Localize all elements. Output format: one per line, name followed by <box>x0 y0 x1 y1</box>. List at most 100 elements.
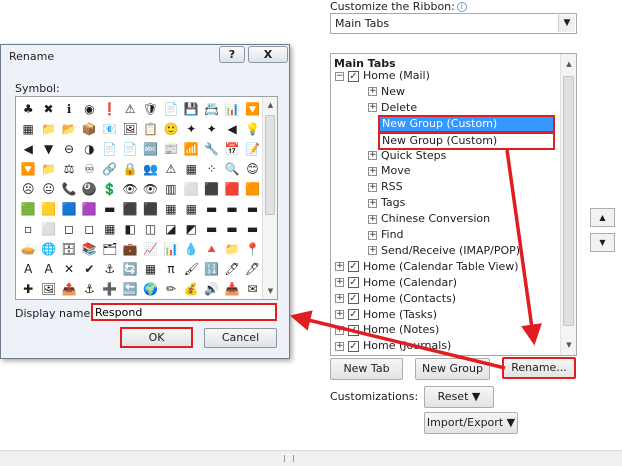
symbol-cell[interactable]: 📶 <box>181 139 201 159</box>
reset-button[interactable]: Reset ▼ <box>424 386 494 408</box>
cancel-button[interactable]: Cancel <box>204 328 277 348</box>
symbol-cell[interactable]: 🔧 <box>202 139 222 159</box>
expand-icon[interactable]: + <box>368 87 377 97</box>
symbol-cell[interactable]: 🟦 <box>59 199 79 219</box>
new-tab-button[interactable]: New Tab <box>330 358 403 380</box>
checkbox[interactable]: ✓ <box>348 340 359 352</box>
symbol-cell[interactable]: ❗ <box>100 99 120 119</box>
expand-icon[interactable]: + <box>368 214 377 224</box>
symbol-cell[interactable]: 🔙 <box>120 279 140 299</box>
symbol-cell[interactable]: ◪ <box>161 219 181 239</box>
symbol-cell[interactable]: 🛡 <box>140 99 160 119</box>
symbol-cell[interactable]: ▬ <box>202 199 222 219</box>
symbol-cell[interactable]: 📊 <box>222 99 242 119</box>
symbol-cell[interactable]: 🖼 <box>120 119 140 139</box>
symbol-cell[interactable]: ▫ <box>18 219 38 239</box>
symbol-cell[interactable]: ✦ <box>181 119 201 139</box>
symbol-cell[interactable]: 📅 <box>222 139 242 159</box>
chevron-down-icon[interactable]: ▼ <box>558 15 575 32</box>
collapse-icon[interactable]: − <box>335 71 344 81</box>
symbol-cell[interactable]: 🔽 <box>242 99 262 119</box>
symbol-cell[interactable]: ◻ <box>79 219 99 239</box>
symbol-cell[interactable]: ⬛ <box>202 179 222 199</box>
symbol-cell[interactable]: ◑ <box>79 139 99 159</box>
display-name-input[interactable] <box>91 303 277 321</box>
symbol-cell[interactable]: ▬ <box>202 219 222 239</box>
symbol-cell[interactable]: ⚠ <box>120 99 140 119</box>
tree-item[interactable]: − ✓ Home (Mail) <box>335 68 430 84</box>
rename-button[interactable]: Rename... <box>502 357 576 379</box>
symbol-cell[interactable]: 📚 <box>79 239 99 259</box>
symbol-cell[interactable]: 🖊 <box>222 259 242 279</box>
symbol-cell[interactable]: 👁 <box>140 179 160 199</box>
symbol-cell[interactable]: 💲 <box>100 179 120 199</box>
symbol-cell[interactable]: ℹ <box>59 99 79 119</box>
symbol-cell[interactable]: 📄 <box>100 139 120 159</box>
expand-icon[interactable]: + <box>335 262 344 272</box>
symbol-cell[interactable]: 📄 <box>120 139 140 159</box>
symbol-cell[interactable]: 🖌 <box>181 259 201 279</box>
tree-item[interactable]: + New <box>368 84 405 100</box>
expand-icon[interactable]: + <box>335 325 344 335</box>
symbol-cell[interactable]: 👥 <box>140 159 160 179</box>
symbol-cell[interactable]: ▦ <box>18 119 38 139</box>
symbol-cell[interactable]: ▬ <box>222 199 242 219</box>
move-down-button[interactable]: ▼ <box>590 233 615 252</box>
symbol-cell[interactable]: 🔒 <box>120 159 140 179</box>
ok-button[interactable]: OK <box>120 327 193 348</box>
tree-item[interactable]: + Tags <box>368 195 405 211</box>
symbol-cell[interactable]: ◻ <box>59 219 79 239</box>
symbol-cell[interactable]: ➕ <box>100 279 120 299</box>
tree-item[interactable]: + Send/Receive (IMAP/POP) <box>368 243 520 259</box>
symbol-cell[interactable]: A <box>18 259 38 279</box>
tree-item[interactable]: + ✓ Home (Calendar) <box>335 275 457 291</box>
symbol-cell[interactable]: 📤 <box>59 279 79 299</box>
symbol-cell[interactable]: 🔺 <box>202 239 222 259</box>
symbol-cell[interactable]: 💧 <box>181 239 201 259</box>
symbol-cell[interactable]: 💼 <box>120 239 140 259</box>
symbol-cell[interactable]: 🗄 <box>59 239 79 259</box>
tree-item-new-group[interactable]: New Group (Custom) <box>378 132 555 150</box>
symbol-cell[interactable]: ☹ <box>18 179 38 199</box>
symbol-cell[interactable]: ✚ <box>18 279 38 299</box>
symbol-cell[interactable]: ⚖ <box>59 159 79 179</box>
help-icon[interactable]: ? <box>219 46 245 63</box>
symbol-cell[interactable]: ◀ <box>18 139 38 159</box>
tree-item[interactable]: + Chinese Conversion <box>368 211 490 227</box>
symbol-grid[interactable]: ♣ ✖ ℹ ◉ ❗ ⚠ 🛡 📄 💾 📇 📊 🔽 ▦ 📁 📂 📦 📧 🖼 📋 🙂 ✦ ✦ ◀ 💡 ◀ ▼ ⊖ ◑ 📄 📄 🔤 📰 📶 🔧 📅 📝 🔽 📁 ⚖ ♾… <box>15 96 278 300</box>
symbol-cell[interactable]: 🎱 <box>79 179 99 199</box>
symbol-cell[interactable]: 📂 <box>59 119 79 139</box>
symbol-cell[interactable]: 📍 <box>242 239 262 259</box>
symbol-cell[interactable]: 🥧 <box>18 239 38 259</box>
symbol-cell[interactable]: 📁 <box>222 239 242 259</box>
info-icon[interactable]: i <box>456 2 467 12</box>
symbol-cell[interactable]: ▬ <box>242 199 262 219</box>
tree-item[interactable]: + ✓ Home (Calendar Table View) <box>335 259 519 275</box>
symbol-cell[interactable]: 💡 <box>242 119 262 139</box>
symbol-cell[interactable]: 😐 <box>38 179 58 199</box>
symbol-cell[interactable]: ⬜ <box>181 179 201 199</box>
checkbox[interactable]: ✓ <box>348 277 359 289</box>
new-group-button[interactable]: New Group <box>415 358 490 380</box>
symbol-cell[interactable]: ✦ <box>202 119 222 139</box>
symbol-cell[interactable]: 🌍 <box>140 279 160 299</box>
symbol-cell[interactable]: ⚓ <box>100 259 120 279</box>
tree-item[interactable]: + ✓ Home (Tasks) <box>335 307 437 323</box>
symbol-cell[interactable]: 📞 <box>59 179 79 199</box>
symbol-cell[interactable]: ♣ <box>18 99 38 119</box>
symbol-cell[interactable]: 🗂 <box>100 239 120 259</box>
symbol-cell[interactable]: 📈 <box>140 239 160 259</box>
symbol-cell[interactable]: ▦ <box>100 219 120 239</box>
symbol-cell[interactable]: ♾ <box>79 159 99 179</box>
tree-item[interactable]: + ✓ Home (Notes) <box>335 322 439 338</box>
expand-icon[interactable]: + <box>368 198 377 208</box>
tree-item[interactable]: + ✓ Home (Journals) <box>335 338 451 354</box>
expand-icon[interactable]: + <box>368 103 377 113</box>
symbol-cell[interactable]: 🔽 <box>18 159 38 179</box>
tree-item[interactable]: + ✓ Home (Contacts) <box>335 291 456 307</box>
horizontal-scrollbar[interactable] <box>0 450 622 466</box>
symbol-cell[interactable]: 📋 <box>140 119 160 139</box>
symbol-cell[interactable]: 🟧 <box>242 179 262 199</box>
symbol-cell[interactable]: 📁 <box>38 119 58 139</box>
symbol-cell[interactable]: ◧ <box>120 219 140 239</box>
